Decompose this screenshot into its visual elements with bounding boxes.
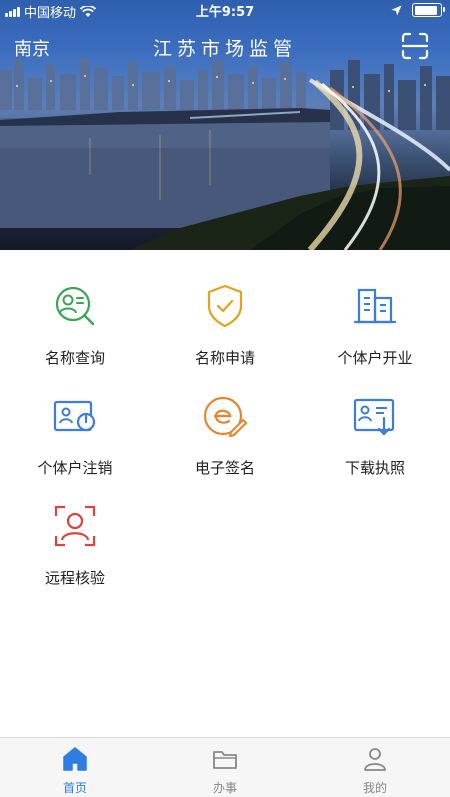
service-label: 名称查询 [44,349,105,367]
service-name-search[interactable]: 名称查询 [0,270,150,380]
tab-label: 办事 [212,781,237,795]
battery-icon [412,3,445,17]
service-label: 下载执照 [344,459,405,477]
tab-bar: 首页 办事 我的 [0,737,450,797]
service-business-cancel[interactable]: 个体户注销 [0,380,150,490]
tab-label: 我的 [362,781,387,795]
shield-check-icon [207,284,243,328]
service-label: 远程核验 [44,569,105,587]
face-verify-icon [54,505,96,547]
service-label: 个体户开业 [337,349,413,367]
clock: 上午9:57 [195,5,255,20]
location-arrow-icon [391,5,402,15]
license-download-icon [353,398,395,436]
buildings-icon [353,288,397,324]
id-card-power-icon [53,400,96,432]
home-icon [63,747,87,771]
service-label: 名称申请 [194,349,255,367]
service-label: 电子签名 [194,459,255,477]
tab-services[interactable]: 办事 [150,738,300,797]
service-remote-verify[interactable]: 远程核验 [0,490,150,600]
header-banner: 中国移动 上午9:57 南京 江苏市场监管 [0,0,450,250]
tab-home[interactable]: 首页 [0,738,150,797]
service-license-download[interactable]: 下载执照 [300,380,450,490]
service-label: 个体户注销 [37,459,113,477]
status-bar: 中国移动 上午9:57 [0,0,450,21]
folder-icon [213,751,237,769]
page-title: 江苏市场监管 [152,38,297,60]
service-business-open[interactable]: 个体户开业 [300,270,450,380]
service-e-signature[interactable]: 电子签名 [150,380,300,490]
scan-icon[interactable] [400,31,430,61]
tab-label: 首页 [62,781,87,795]
user-icon [364,748,386,771]
name-search-icon [55,286,95,326]
service-name-apply[interactable]: 名称申请 [150,270,300,380]
e-signature-icon [203,396,247,437]
tab-profile[interactable]: 我的 [300,738,450,797]
